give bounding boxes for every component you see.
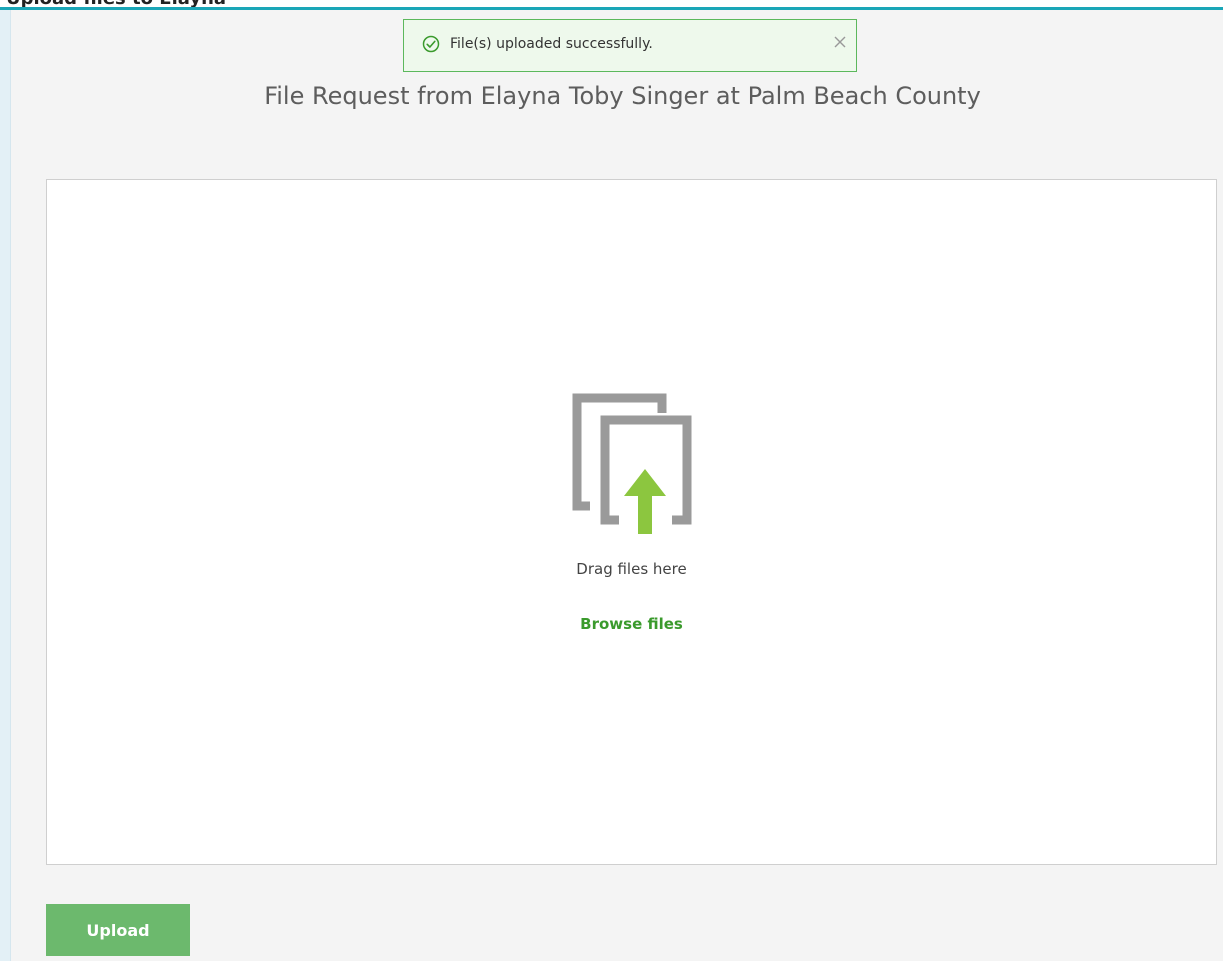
browse-files-link[interactable]: Browse files [580,615,683,633]
left-gutter [0,10,11,961]
drag-files-text: Drag files here [576,560,687,578]
check-circle-icon [422,35,440,53]
upload-button[interactable]: Upload [46,904,190,956]
browse-files-container: Browse files [47,614,1216,633]
upload-files-icon [572,393,692,534]
close-icon[interactable] [830,32,850,52]
success-toast: File(s) uploaded successfully. [403,19,857,72]
toast-message: File(s) uploaded successfully. [450,36,653,52]
file-drop-zone[interactable]: Drag files here Browse files [46,179,1217,865]
page-title: File Request from Elayna Toby Singer at … [264,82,981,110]
